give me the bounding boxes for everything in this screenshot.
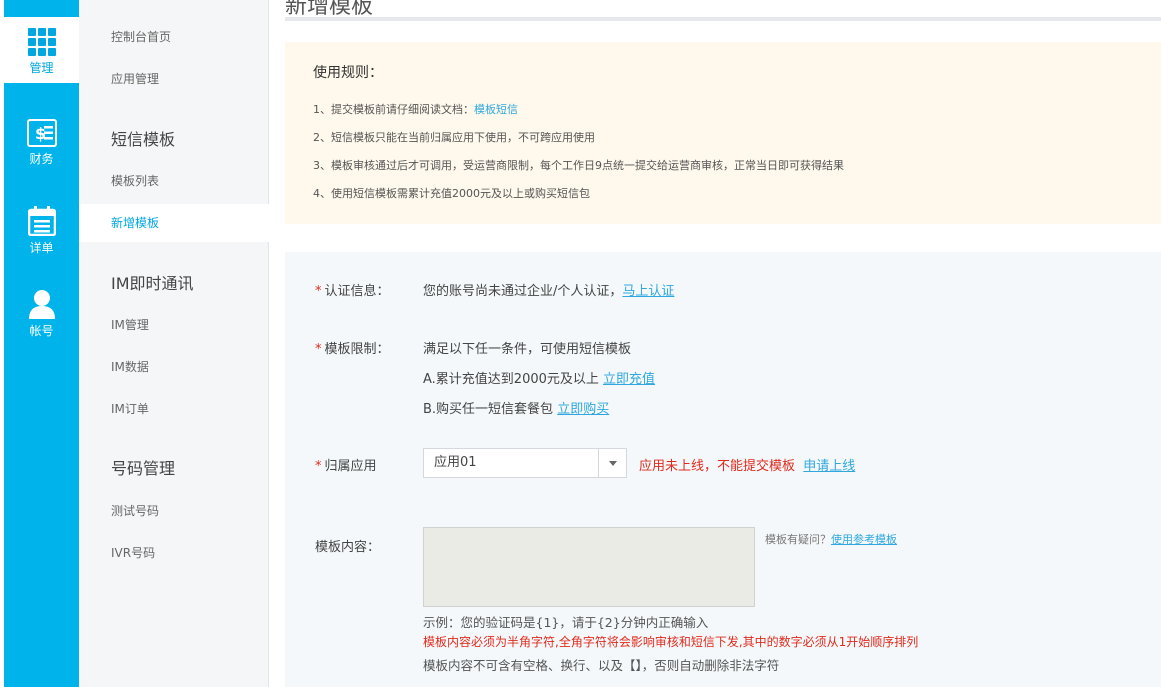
sidebar-group-number-manage: 号码管理 <box>111 459 176 478</box>
verify-now-link[interactable]: 马上认证 <box>622 284 674 299</box>
app-status: 应用未上线，不能提交模板 申请上线 <box>639 455 855 474</box>
sidebar-item-im-data[interactable]: IM数据 <box>79 348 269 386</box>
illegal-char-note: 模板内容不可含有空格、换行、以及【】，否则自动删除非法字符 <box>423 658 780 673</box>
limit-option-a-text: A.累计充值达到2000元及以上 <box>423 372 599 387</box>
sidebar-item-template-list[interactable]: 模板列表 <box>79 162 269 200</box>
sidebar-group-im: IM即时通讯 <box>111 274 194 293</box>
app-select-value: 应用01 <box>434 455 477 470</box>
required-mark: * <box>315 342 322 357</box>
rail-label: 管理 <box>29 61 54 75</box>
sidebar-item-ivr-number[interactable]: IVR号码 <box>79 534 269 572</box>
template-form: * 认证信息： 您的账号尚未通过企业/个人认证，马上认证 * 模板限制： 满足以下任… <box>285 252 1161 687</box>
rule-item: 3、模板审核通过后才可调用，受运营商限制，每个工作日9点统一提交给运营商审核，正… <box>313 159 844 172</box>
auth-label-text: 认证信息： <box>324 284 390 299</box>
app-offline-warning: 应用未上线，不能提交模板 <box>639 459 796 474</box>
user-icon <box>28 290 55 319</box>
icon-rail: 管理 $ 财务 详单 帐号 <box>4 0 79 687</box>
rail-label: 帐号 <box>29 324 54 338</box>
sidebar-item-new-template[interactable]: 新增模板 <box>79 204 269 242</box>
buy-now-link[interactable]: 立即购买 <box>557 402 609 417</box>
required-mark: * <box>315 459 322 474</box>
limit-text: 满足以下任一条件，可使用短信模板 <box>423 342 632 357</box>
rail-item-detail[interactable]: 详单 <box>4 195 79 261</box>
sidebar-item-app-manage[interactable]: 应用管理 <box>79 60 269 98</box>
usage-rules-panel: 使用规则： 1、提交模板前请仔细阅读文档：模板短信 2、短信模板只能在当前归属应… <box>285 42 1161 224</box>
app-label: * 归属应用 <box>315 455 377 474</box>
apply-online-link[interactable]: 申请上线 <box>803 459 855 474</box>
sidebar-item-console-home[interactable]: 控制台首页 <box>79 18 269 56</box>
main-content: 新增模板 使用规则： 1、提交模板前请仔细阅读文档：模板短信 2、短信模板只能在… <box>285 0 1161 687</box>
reference-template-link[interactable]: 使用参考模板 <box>831 533 897 546</box>
sidebar: 控制台首页 应用管理 短信模板 模板列表 新增模板 IM即时通讯 IM管理 IM… <box>79 0 269 687</box>
grid-icon <box>27 28 56 56</box>
rules-heading: 使用规则： <box>313 65 383 81</box>
example-note: 示例：您的验证码是{1}，请于{2}分钟内正确输入 <box>423 615 709 630</box>
sidebar-group-sms-template: 短信模板 <box>111 130 176 149</box>
caret-down-icon[interactable] <box>598 449 626 477</box>
template-hint-text: 模板有疑问？ <box>765 533 831 546</box>
limit-label-text: 模板限制： <box>324 342 390 357</box>
rail-item-finance[interactable]: $ 财务 <box>4 108 79 174</box>
rule-1-text: 1、提交模板前请仔细阅读文档： <box>313 103 474 116</box>
auth-status-text: 您的账号尚未通过企业/个人认证， <box>423 284 623 299</box>
sidebar-item-im-order[interactable]: IM订单 <box>79 390 269 428</box>
rule-item: 1、提交模板前请仔细阅读文档：模板短信 <box>313 102 1133 130</box>
rail-label: 详单 <box>29 241 54 255</box>
sidebar-item-test-number[interactable]: 测试号码 <box>79 492 269 530</box>
limit-option-b: B.购买任一短信套餐包 立即购买 <box>423 398 609 417</box>
recharge-now-link[interactable]: 立即充值 <box>603 372 655 387</box>
calendar-icon <box>27 206 56 236</box>
title-divider <box>285 17 1161 21</box>
sidebar-item-im-manage[interactable]: IM管理 <box>79 306 269 344</box>
auth-status: 您的账号尚未通过企业/个人认证，马上认证 <box>423 280 674 299</box>
app: 管理 $ 财务 详单 帐号 控制台首页 应用管理 短信模板 模板列表 新增模板 … <box>0 0 1161 687</box>
auth-label: * 认证信息： <box>315 280 390 299</box>
limit-label: * 模板限制： <box>315 338 390 357</box>
finance-icon: $ <box>26 119 57 147</box>
app-label-text: 归属应用 <box>324 459 377 474</box>
rail-item-manage[interactable]: 管理 <box>4 17 79 83</box>
rail-label: 财务 <box>29 152 54 166</box>
fullwidth-warning: 模板内容必须为半角字符,全角字符将会影响审核和短信下发,其中的数字必须从1开始顺… <box>423 635 919 649</box>
content-label: 模板内容： <box>315 540 381 555</box>
rule-item: 4、使用短信模板需累计充值2000元及以上或购买短信包 <box>313 187 590 200</box>
template-sms-doc-link[interactable]: 模板短信 <box>474 103 518 116</box>
required-mark: * <box>315 284 322 299</box>
rail-item-account[interactable]: 帐号 <box>4 278 79 344</box>
template-hint: 模板有疑问？使用参考模板 <box>765 531 897 547</box>
template-content-textarea[interactable] <box>423 527 755 607</box>
limit-option-b-text: B.购买任一短信套餐包 <box>423 402 554 417</box>
app-select[interactable]: 应用01 <box>423 448 627 478</box>
limit-option-a: A.累计充值达到2000元及以上 立即充值 <box>423 368 655 387</box>
rule-item: 2、短信模板只能在当前归属应用下使用，不可跨应用使用 <box>313 131 595 144</box>
